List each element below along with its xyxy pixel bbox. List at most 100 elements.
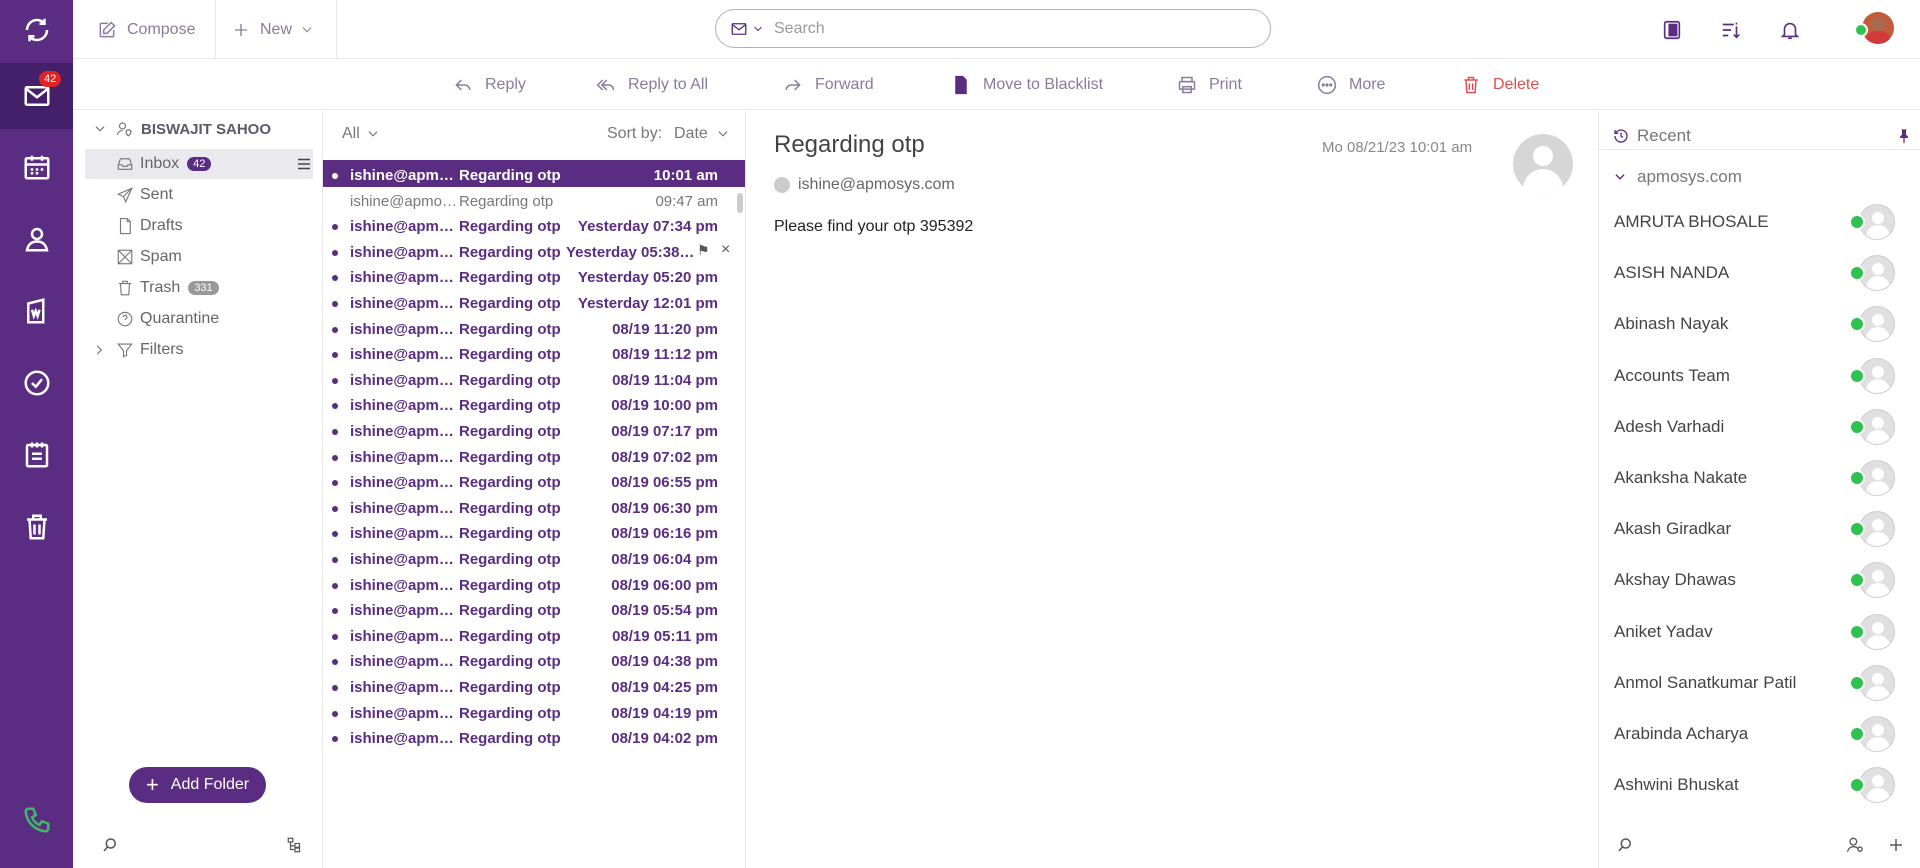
unread-dot	[332, 608, 338, 615]
row-date: 08/19 06:16 pm	[611, 525, 718, 543]
row-subject: Regarding otp	[459, 730, 561, 748]
compose-button[interactable]: Compose	[97, 0, 195, 59]
app-rail: 42	[0, 0, 73, 868]
contact-row[interactable]: Ashwini Bhuskat	[1599, 760, 1920, 810]
refresh-icon[interactable]	[0, 0, 73, 60]
compose-icon	[99, 20, 116, 37]
add-contact-plus-icon[interactable]	[1887, 836, 1905, 854]
contact-row[interactable]: Abinash Nayak	[1599, 299, 1920, 349]
row-sender: ishine@apmosys.com	[350, 423, 460, 440]
row-sender: ishine@apmosys.com	[350, 551, 460, 568]
list-scrollbar[interactable]	[737, 193, 743, 213]
row-date: 08/19 11:20 pm	[612, 320, 718, 338]
folder-drafts[interactable]: Drafts	[85, 211, 313, 241]
folder-label: Trash	[140, 279, 181, 296]
row-subject: Regarding otp	[459, 269, 561, 287]
forward-button[interactable]: Forward	[783, 60, 874, 110]
contact-row[interactable]: Akshay Dhawas	[1599, 555, 1920, 605]
folder-tree-icon[interactable]	[286, 836, 304, 854]
chevron-down-icon[interactable]	[93, 122, 107, 136]
folder-quarantine[interactable]: Quarantine	[85, 304, 313, 334]
search-box[interactable]	[715, 9, 1271, 48]
tasks-icon[interactable]	[0, 353, 73, 413]
menu-hamburger-icon[interactable]	[295, 155, 313, 173]
row-date: Yesterday 12:01 pm	[577, 295, 718, 312]
search-icon[interactable]	[101, 836, 119, 854]
reply-button[interactable]: Reply	[453, 60, 526, 110]
message-sender[interactable]: ishine@apmosys.com	[774, 176, 955, 194]
chevron-right-icon[interactable]	[92, 343, 106, 357]
message-body: Please find your otp 395392	[774, 218, 974, 235]
move-to-blacklist-button[interactable]: Move to Blacklist	[951, 60, 1103, 110]
message-date: Mo 08/21/23 10:01 am	[1322, 139, 1473, 156]
mail-filter-icon[interactable]	[730, 20, 748, 38]
contact-row[interactable]: Akash Giradkar	[1599, 504, 1920, 554]
user-avatar[interactable]	[1846, 12, 1894, 48]
folder-trash[interactable]: Trash 331	[85, 273, 313, 303]
notes-icon[interactable]	[0, 425, 73, 485]
contact-row[interactable]: Adesh Varhadi	[1599, 402, 1920, 452]
search-input[interactable]	[774, 19, 1214, 38]
unread-dot	[332, 557, 338, 563]
add-folder-button[interactable]: + Add Folder	[129, 767, 266, 803]
row-date: 08/19 04:25 pm	[611, 679, 718, 696]
inbox-icon	[117, 158, 133, 170]
filter-dropdown[interactable]: All	[342, 125, 380, 143]
flag-icon[interactable]: ⚑	[697, 242, 710, 259]
row-sender: ishine@apmosys.com	[350, 525, 460, 543]
contacts-icon[interactable]	[0, 209, 73, 269]
contact-row[interactable]: Arabinda Acharya	[1599, 709, 1920, 759]
contact-name: Akash Giradkar	[1614, 519, 1732, 539]
pin-icon[interactable]	[1896, 128, 1912, 144]
folder-spam[interactable]: Spam	[85, 242, 313, 272]
chevron-down-icon[interactable]	[752, 23, 764, 35]
phone-icon[interactable]	[0, 790, 73, 850]
mail-rail-item[interactable]: 42	[0, 63, 73, 129]
message-row[interactable]: ishine@apmosys.comRegarding otp 08/19 04:…	[323, 723, 745, 754]
online-status-dot	[1849, 726, 1865, 742]
row-subject: Regarding otp	[459, 525, 561, 543]
trash-rail-icon[interactable]	[0, 497, 73, 557]
contact-group-header[interactable]: apmosys.com	[1613, 167, 1742, 187]
more-button[interactable]: More	[1317, 60, 1385, 110]
new-label: New	[260, 20, 293, 38]
contact-row[interactable]: Akanksha Nakate	[1599, 453, 1920, 503]
mail-app: 42 Compose New Search Reply Reply to All…	[0, 0, 1920, 868]
search-icon[interactable]	[1616, 836, 1634, 854]
sort-settings-icon[interactable]	[1720, 0, 1742, 59]
row-sender: ishine@apmosys.com	[350, 320, 460, 338]
folder-sent[interactable]: Sent	[85, 180, 313, 210]
contact-name: ASISH NANDA	[1614, 263, 1730, 283]
reading-pane-icon[interactable]	[1661, 0, 1683, 59]
online-status-dot	[1849, 418, 1865, 435]
row-subject: Regarding otp	[459, 320, 561, 338]
delete-button[interactable]: Delete	[1461, 60, 1539, 110]
account-header[interactable]: BISWAJIT SAHOO	[93, 120, 271, 138]
notifications-bell-icon[interactable]	[1779, 0, 1801, 59]
folder-label: Filters	[140, 341, 184, 358]
contact-row[interactable]: Aniket Yadav	[1599, 607, 1920, 657]
message-row[interactable]: ishine@apmosys.comRegarding otp 10:01 am	[323, 160, 745, 187]
contact-row[interactable]: Anmol Sanatkumar Patil	[1599, 658, 1920, 708]
documents-icon[interactable]	[0, 281, 73, 341]
manage-contacts-icon[interactable]	[1845, 835, 1865, 855]
contact-row[interactable]: ASISH NANDA	[1599, 248, 1920, 298]
row-subject: Regarding otp	[459, 576, 561, 594]
close-icon[interactable]: ×	[721, 241, 730, 259]
folder-label: Drafts	[140, 217, 183, 234]
row-sender: ishine@apmosys.com	[350, 269, 460, 287]
folder-inbox[interactable]: Inbox 42	[85, 149, 313, 179]
folder-filters[interactable]: Filters	[85, 335, 313, 365]
printer-icon	[1178, 76, 1196, 94]
print-button[interactable]: Print	[1177, 60, 1242, 110]
sort-dropdown[interactable]: Date	[674, 125, 730, 143]
print-label: Print	[1209, 76, 1242, 93]
recent-label: Recent	[1637, 126, 1691, 145]
contact-row[interactable]: Accounts Team	[1599, 351, 1920, 401]
row-date: 08/19 11:04 pm	[612, 371, 718, 389]
contact-row[interactable]: AMRUTA BHOSALE	[1599, 197, 1920, 247]
sender-large-avatar	[1513, 134, 1573, 194]
new-button[interactable]: New	[232, 0, 314, 59]
calendar-icon[interactable]	[0, 137, 73, 197]
reply-all-button[interactable]: Reply to All	[596, 60, 708, 110]
